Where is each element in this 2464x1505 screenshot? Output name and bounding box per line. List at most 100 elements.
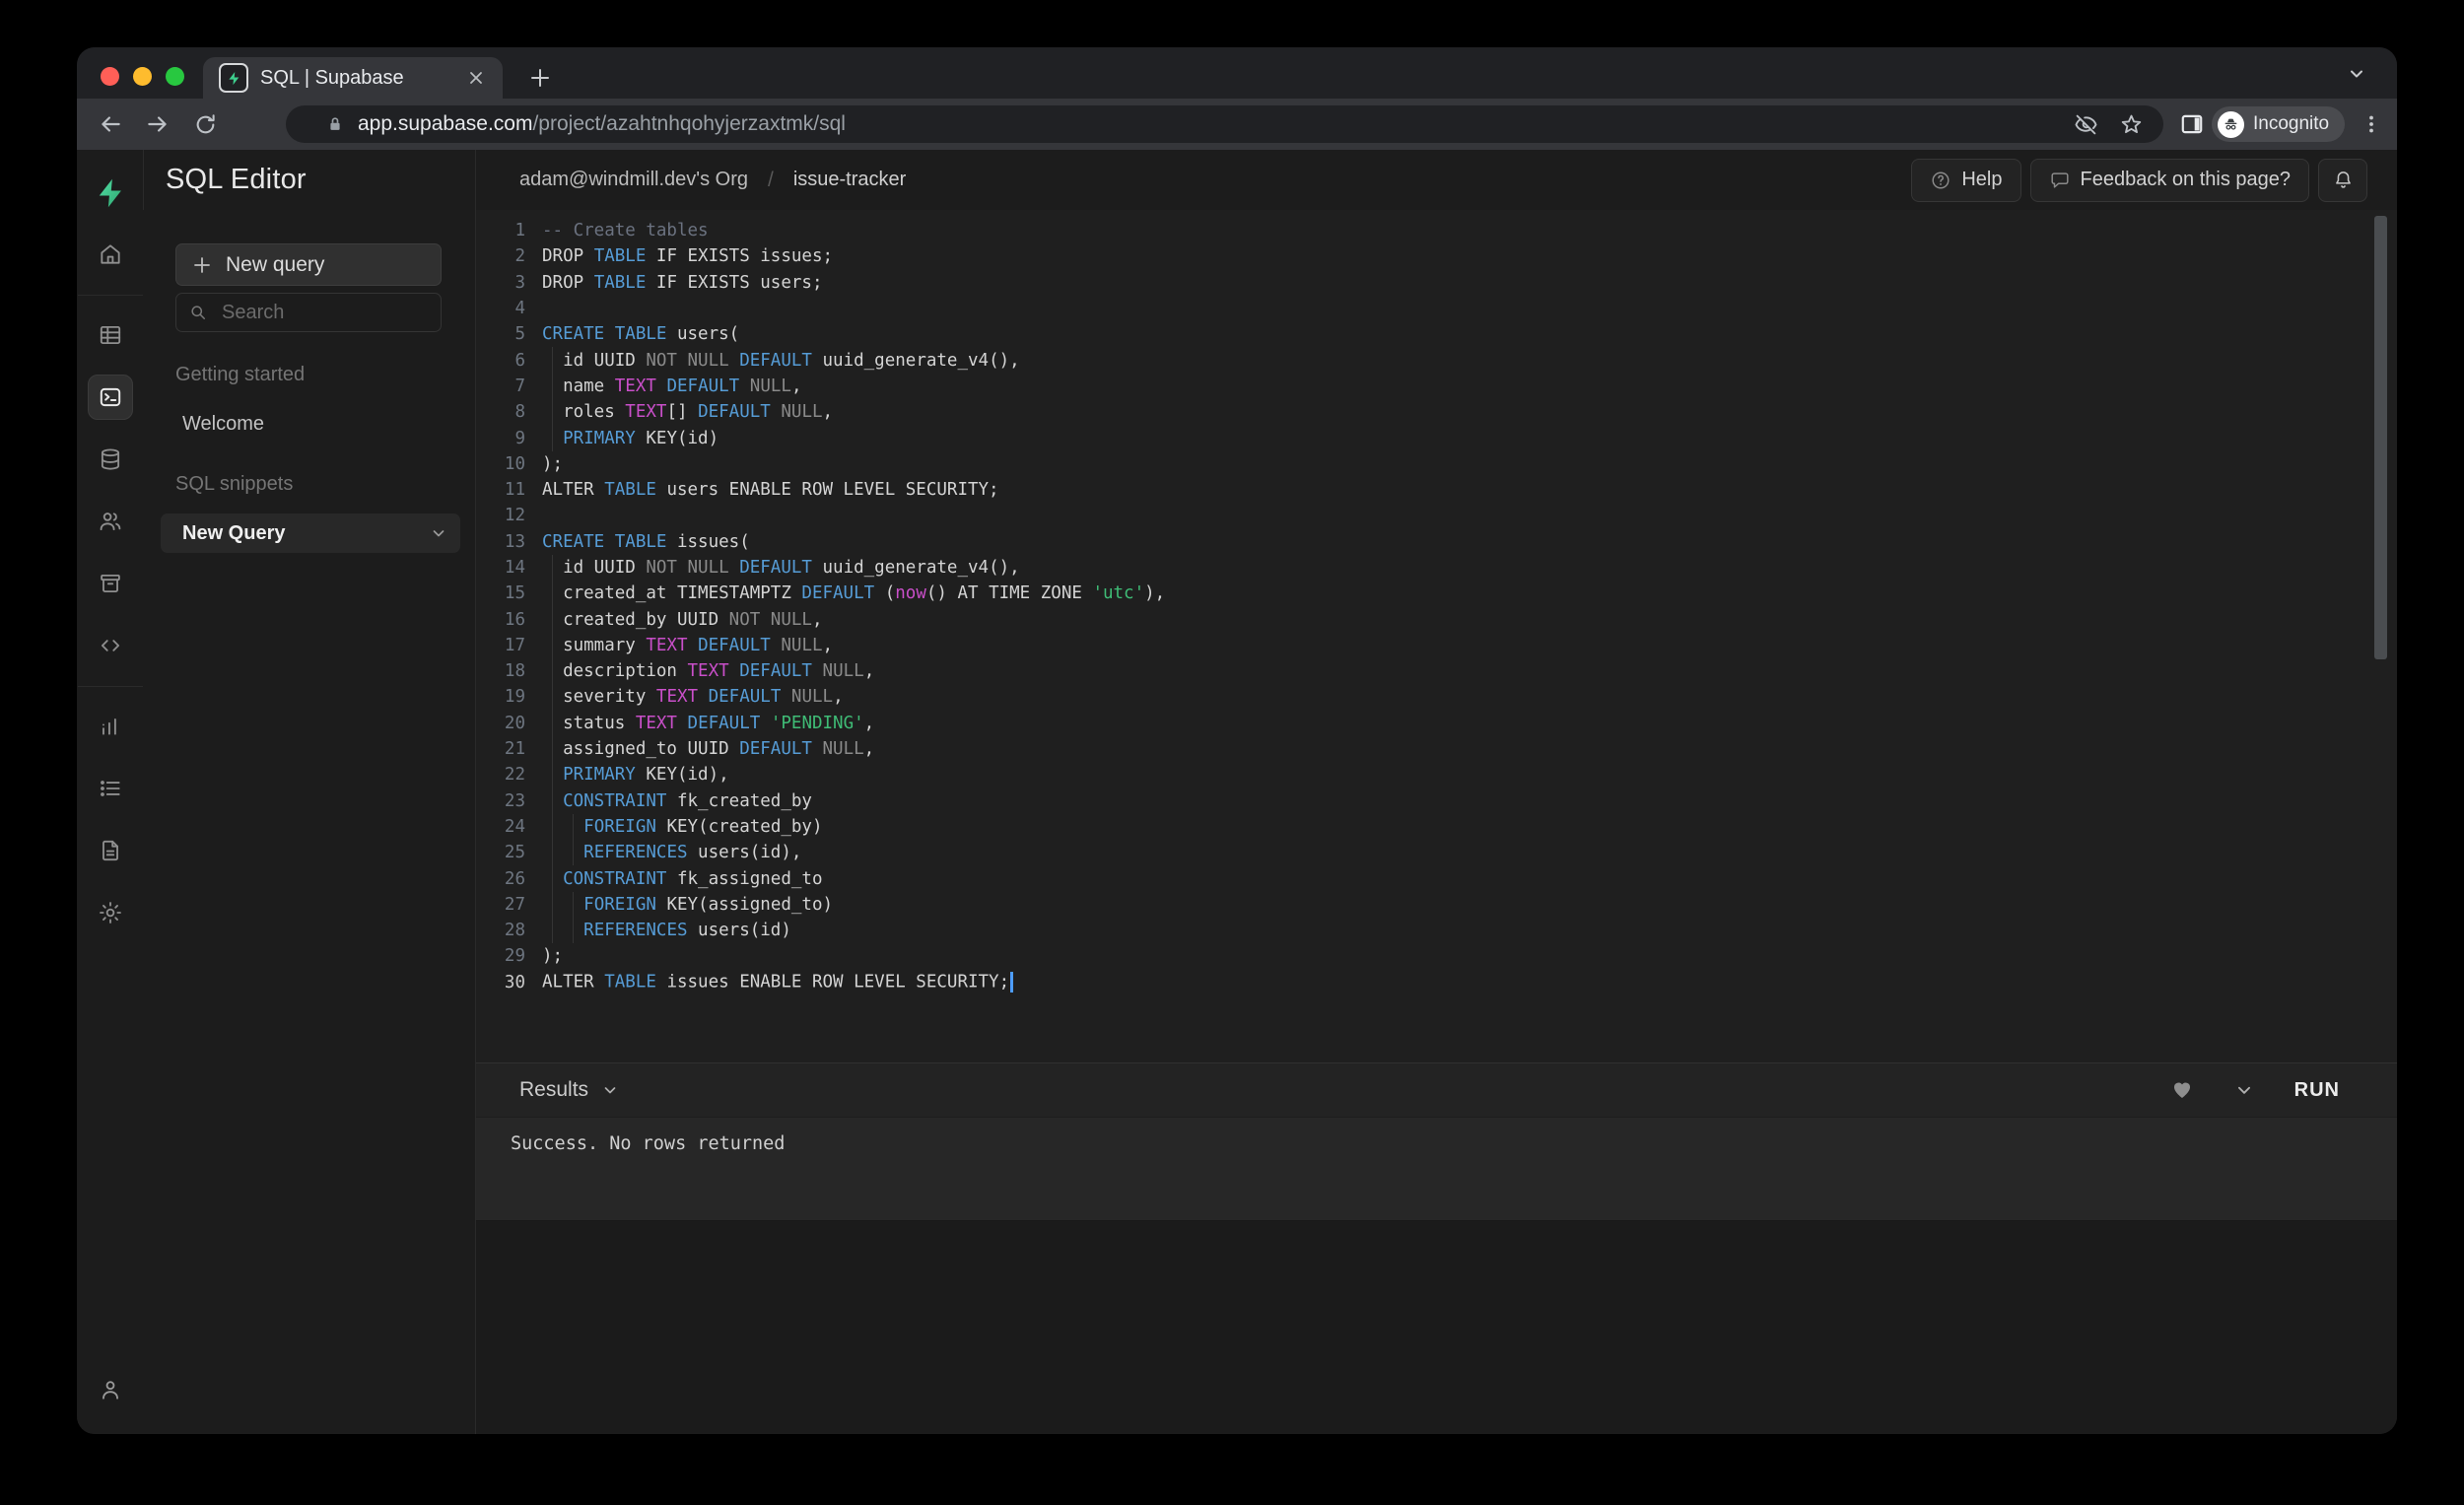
- code-line[interactable]: 24 FOREIGN KEY(created_by): [476, 814, 2397, 840]
- url-bar[interactable]: app.supabase.com/project/azahtnhqohyjerz…: [286, 105, 2163, 143]
- code-line[interactable]: 9 PRIMARY KEY(id): [476, 425, 2397, 450]
- code-token: issues ENABLE ROW LEVEL SECURITY;: [656, 973, 1009, 992]
- rail-item-docs[interactable]: [88, 828, 133, 873]
- code-line[interactable]: 6 id UUID NOT NULL DEFAULT uuid_generate…: [476, 347, 2397, 373]
- code-token: users(id): [688, 921, 791, 940]
- code-line[interactable]: 11ALTER TABLE users ENABLE ROW LEVEL SEC…: [476, 477, 2397, 503]
- code-line[interactable]: 30ALTER TABLE issues ENABLE ROW LEVEL SE…: [476, 970, 2397, 995]
- code-line[interactable]: 12: [476, 503, 2397, 528]
- run-options-chevron-icon[interactable]: [2235, 1081, 2253, 1099]
- code-line[interactable]: 1-- Create tables: [476, 218, 2397, 243]
- code-line[interactable]: 19 severity TEXT DEFAULT NULL,: [476, 684, 2397, 710]
- rail-item-home[interactable]: [88, 232, 133, 277]
- forward-icon[interactable]: [142, 108, 173, 140]
- search-box[interactable]: [175, 293, 442, 332]
- code-token: NULL: [781, 402, 822, 422]
- line-number: 25: [476, 843, 525, 862]
- close-window-button[interactable]: [101, 67, 119, 86]
- code-token: uuid_generate_v4(),: [812, 351, 1020, 371]
- code-line[interactable]: 5CREATE TABLE users(: [476, 321, 2397, 347]
- scrollbar-thumb[interactable]: [2374, 216, 2387, 659]
- line-number: 15: [476, 583, 525, 603]
- results-dropdown[interactable]: Results: [519, 1078, 618, 1102]
- code-line[interactable]: 17 summary TEXT DEFAULT NULL,: [476, 633, 2397, 658]
- line-number: 5: [476, 324, 525, 344]
- rail-divider: [78, 686, 143, 687]
- code-line[interactable]: 3DROP TABLE IF EXISTS users;: [476, 270, 2397, 296]
- bookmark-star-icon[interactable]: [2116, 109, 2146, 139]
- code-line[interactable]: 15 created_at TIMESTAMPTZ DEFAULT (now()…: [476, 581, 2397, 606]
- rail-item-storage[interactable]: [88, 561, 133, 606]
- code-line[interactable]: 16 created_by UUID NOT NULL,: [476, 606, 2397, 632]
- tab-close-icon[interactable]: [463, 65, 489, 91]
- browser-menu-icon[interactable]: [2356, 108, 2387, 140]
- code-line[interactable]: 13CREATE TABLE issues(: [476, 529, 2397, 555]
- auth-icon: [98, 509, 123, 534]
- breadcrumb-org[interactable]: adam@windmill.dev's Org: [519, 169, 748, 191]
- breadcrumb-project[interactable]: issue-tracker: [793, 169, 906, 191]
- code-line[interactable]: 23 CONSTRAINT fk_created_by: [476, 788, 2397, 814]
- maximize-window-button[interactable]: [166, 67, 184, 86]
- code-token: REFERENCES: [583, 921, 687, 940]
- code-line[interactable]: 8 roles TEXT[] DEFAULT NULL,: [476, 399, 2397, 425]
- code-token: IF EXISTS users;: [646, 273, 822, 293]
- tab-search-chevron-icon[interactable]: [2344, 61, 2369, 87]
- code-token: ,: [823, 402, 834, 422]
- rail-item-table-editor[interactable]: [88, 312, 133, 358]
- code-line[interactable]: 22 PRIMARY KEY(id),: [476, 762, 2397, 787]
- code-token: ALTER: [542, 480, 604, 500]
- rail-item-account[interactable]: [88, 1367, 133, 1412]
- reload-icon[interactable]: [189, 108, 221, 140]
- eye-off-icon[interactable]: [2071, 109, 2100, 139]
- snippet-item-welcome[interactable]: Welcome: [161, 404, 460, 444]
- panel-header: SQL Editor: [143, 150, 476, 210]
- rail-item-logs[interactable]: [88, 766, 133, 811]
- side-panel-icon[interactable]: [2176, 108, 2208, 140]
- rail-item-sql-editor[interactable]: [88, 375, 133, 420]
- page-title: SQL Editor: [166, 164, 307, 196]
- code-line[interactable]: 4: [476, 296, 2397, 321]
- rail-item-reports[interactable]: [88, 704, 133, 749]
- code-line[interactable]: 14 id UUID NOT NULL DEFAULT uuid_generat…: [476, 555, 2397, 581]
- code-line[interactable]: 27 FOREIGN KEY(assigned_to): [476, 892, 2397, 918]
- browser-tab[interactable]: SQL | Supabase: [203, 57, 503, 99]
- notifications-button[interactable]: [2318, 159, 2367, 202]
- supabase-logo-icon[interactable]: [95, 171, 126, 215]
- line-number: 19: [476, 687, 525, 707]
- code-text: id UUID NOT NULL DEFAULT uuid_generate_v…: [525, 351, 1020, 371]
- run-button[interactable]: RUN: [2294, 1079, 2340, 1102]
- code-line[interactable]: 28 REFERENCES users(id): [476, 918, 2397, 943]
- code-line[interactable]: 7 name TEXT DEFAULT NULL,: [476, 374, 2397, 399]
- rail-item-settings[interactable]: [88, 890, 133, 935]
- rail-item-auth[interactable]: [88, 499, 133, 544]
- code-token: [542, 429, 563, 448]
- code-line[interactable]: 21 assigned_to UUID DEFAULT NULL,: [476, 736, 2397, 762]
- code-line[interactable]: 20 status TEXT DEFAULT 'PENDING',: [476, 711, 2397, 736]
- help-button[interactable]: Help: [1911, 159, 2020, 202]
- snippet-item-new-query[interactable]: New Query: [161, 513, 460, 553]
- code-line[interactable]: 2DROP TABLE IF EXISTS issues;: [476, 243, 2397, 269]
- code-line[interactable]: 29);: [476, 943, 2397, 969]
- rail-item-database[interactable]: [88, 437, 133, 482]
- incognito-icon: [2218, 111, 2244, 138]
- code-token: NULL: [791, 687, 833, 707]
- sql-editor[interactable]: 1-- Create tables2DROP TABLE IF EXISTS i…: [476, 210, 2397, 1062]
- code-line[interactable]: 25 REFERENCES users(id),: [476, 840, 2397, 865]
- rail-item-api[interactable]: [88, 623, 133, 668]
- feedback-button[interactable]: Feedback on this page?: [2030, 159, 2310, 202]
- success-message: Success. No rows returned: [511, 1133, 2397, 1154]
- line-number: 29: [476, 946, 525, 966]
- line-number: 18: [476, 661, 525, 681]
- favorite-heart-icon[interactable]: [2170, 1078, 2194, 1102]
- search-input[interactable]: [220, 301, 411, 325]
- new-tab-button[interactable]: [522, 60, 558, 96]
- lock-icon[interactable]: [325, 114, 345, 134]
- code-token: KEY(id): [636, 429, 719, 448]
- minimize-window-button[interactable]: [133, 67, 152, 86]
- code-line[interactable]: 18 description TEXT DEFAULT NULL,: [476, 658, 2397, 684]
- new-query-button[interactable]: New query: [175, 243, 442, 286]
- back-icon[interactable]: [95, 108, 126, 140]
- code-token: users(id),: [688, 843, 802, 862]
- code-line[interactable]: 10);: [476, 451, 2397, 477]
- code-line[interactable]: 26 CONSTRAINT fk_assigned_to: [476, 865, 2397, 891]
